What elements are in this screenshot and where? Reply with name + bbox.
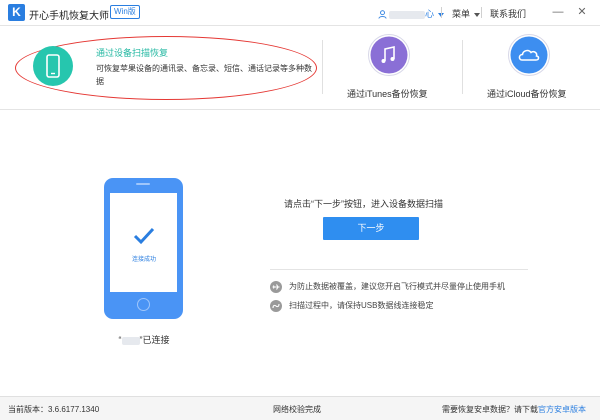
phone-connected-label: 连接成功 <box>131 257 156 263</box>
network-status: 网络校验完成 <box>273 405 321 414</box>
main-panel: 连接成功 “”已连接 请点击“下一步”按钮，进入设备数据扫描 下一步 为防止数据… <box>0 111 600 396</box>
tip-usb-text: 扫描过程中，请保持USB数据线连接稳定 <box>289 301 434 311</box>
user-name-redacted <box>389 10 425 19</box>
scan-instruction: 请点击“下一步”按钮，进入设备数据扫描 <box>284 199 443 209</box>
mode-device-scan-title: 通过设备扫描恢复 <box>96 48 169 58</box>
phone-home-button <box>137 298 150 311</box>
android-download-prompt: 需要恢复安卓数据？请下载官方安卓版本 <box>442 404 586 415</box>
separator <box>441 7 442 18</box>
mode-device-scan-description: 可恢复苹果设备的通讯录、备忘录、短信、通话记录等多种数据 <box>96 64 312 86</box>
user-icon <box>378 10 387 19</box>
airplane-icon <box>270 281 282 293</box>
device-status-suffix: ”已连接 <box>139 335 170 345</box>
phone-screen: 连接成功 <box>110 193 177 292</box>
next-step-button[interactable]: 下一步 <box>323 217 419 240</box>
device-connection-status: “”已连接 <box>92 333 196 346</box>
mode-itunes-label: 通过iTunes备份恢复 <box>347 89 428 99</box>
tip-usb-stable: 扫描过程中，请保持USB数据线连接稳定 <box>270 300 433 312</box>
minimize-button[interactable]: — <box>550 4 566 20</box>
close-button[interactable]: ✕ <box>574 4 590 20</box>
status-footer: 当前版本：3.6.6177.1340 网络校验完成 需要恢复安卓数据？请下载官方… <box>0 396 600 420</box>
divider <box>270 269 528 270</box>
checkmark-icon <box>133 227 155 245</box>
itunes-music-icon <box>368 34 410 76</box>
menu-button[interactable]: 菜单 <box>452 7 480 20</box>
divider <box>322 40 323 94</box>
version-label: 当前版本：3.6.6177.1340 <box>8 405 100 414</box>
divider <box>462 40 463 94</box>
usb-cable-icon <box>270 300 282 312</box>
title-bar: K 开心手机恢复大师 Win版 心 菜单 联系我们 — ✕ <box>0 0 600 26</box>
menu-label: 菜单 <box>452 9 471 19</box>
tip-airplane-text: 为防止数据被覆盖，建议您开启飞行模式并尽量停止使用手机 <box>289 282 505 292</box>
separator <box>481 7 482 18</box>
edition-badge: Win版 <box>110 5 140 19</box>
chevron-down-icon <box>473 12 480 17</box>
icloud-cloud-icon <box>508 34 550 76</box>
user-account[interactable]: 心 <box>378 7 444 20</box>
tip-airplane-mode: 为防止数据被覆盖，建议您开启飞行模式并尽量停止使用手机 <box>270 281 505 293</box>
contact-us-link[interactable]: 联系我们 <box>490 7 526 20</box>
android-prompt-text: 需要恢复安卓数据？请下载 <box>442 405 538 414</box>
recovery-mode-bar: 通过设备扫描恢复 可恢复苹果设备的通讯录、备忘录、短信、通话记录等多种数据 通过… <box>0 26 600 110</box>
android-version-link[interactable]: 官方安卓版本 <box>538 405 586 414</box>
app-title: 开心手机恢复大师 <box>29 11 109 22</box>
phone-speaker <box>136 183 150 185</box>
user-name-suffix: 心 <box>425 9 435 19</box>
device-scan-icon <box>33 46 73 86</box>
phone-illustration: 连接成功 <box>104 178 183 319</box>
device-name-redacted <box>121 336 140 345</box>
mode-icloud-label: 通过iCloud备份恢复 <box>487 89 567 99</box>
app-logo-icon: K <box>8 4 25 21</box>
